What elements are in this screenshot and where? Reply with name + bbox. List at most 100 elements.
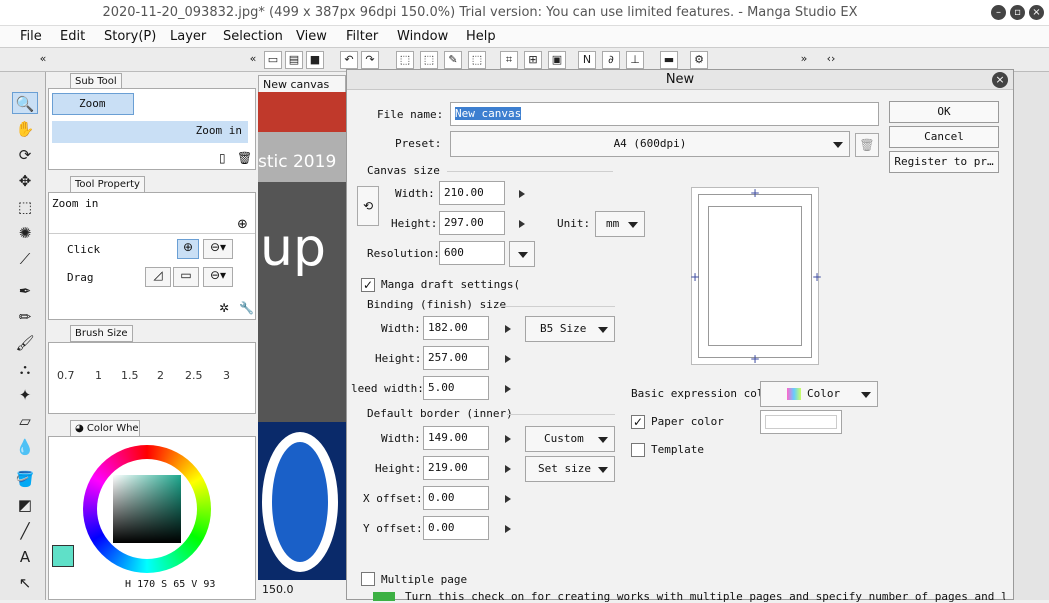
brush-size-tab[interactable]: Brush Size xyxy=(70,325,133,342)
ruler-icon[interactable]: ⊥ xyxy=(626,51,644,69)
fill-tool-icon[interactable]: 🪣 xyxy=(12,468,38,490)
undo-icon[interactable]: ↶ xyxy=(340,51,358,69)
tool-property-tab[interactable]: Tool Property xyxy=(70,176,145,193)
redo-icon[interactable]: ↷ xyxy=(361,51,379,69)
magic-wand-icon[interactable]: ✺ xyxy=(12,222,38,244)
pen-icon[interactable]: ✎ xyxy=(444,51,462,69)
drag-rect-icon[interactable]: ▭ xyxy=(173,267,199,287)
brush-tool-icon[interactable]: 🖌 xyxy=(12,332,38,354)
brush-size-1[interactable]: 1 xyxy=(95,369,102,382)
grid-icon[interactable]: ⊞ xyxy=(524,51,542,69)
rotate-tool-icon[interactable]: ⟳ xyxy=(12,144,38,166)
display-icon[interactable]: ▬ xyxy=(660,51,678,69)
x-offset-increment-icon[interactable] xyxy=(505,495,511,503)
swap-orientation-icon[interactable]: ⟲ xyxy=(357,186,379,226)
sub-tool-zoom-in[interactable]: Zoom in xyxy=(52,121,248,143)
trash-icon[interactable]: 🗑 xyxy=(237,151,252,165)
expression-color-select[interactable]: Color xyxy=(760,381,878,407)
collapse-left-icon[interactable]: « xyxy=(34,51,52,69)
brush-size-5[interactable]: 3 xyxy=(223,369,230,382)
binding-size-select[interactable]: B5 Size xyxy=(525,316,615,342)
close-icon[interactable]: × xyxy=(1029,5,1044,20)
binding-width-increment-icon[interactable] xyxy=(505,325,511,333)
paper-color-swatch[interactable] xyxy=(760,410,842,434)
save-icon[interactable]: ■ xyxy=(306,51,324,69)
bleed-width-input[interactable]: 5.00 xyxy=(423,376,489,400)
menu-story[interactable]: Story(P) xyxy=(104,29,156,44)
file-name-input[interactable]: New canvas xyxy=(450,102,879,126)
resolution-dropdown[interactable] xyxy=(509,241,535,267)
menu-help[interactable]: Help xyxy=(466,29,496,44)
brush-size-0[interactable]: 0.7 xyxy=(57,369,75,382)
menu-selection[interactable]: Selection xyxy=(223,29,283,44)
reset-icon[interactable]: ✲ xyxy=(219,301,229,315)
hand-tool-icon[interactable]: ✋ xyxy=(12,118,38,140)
selection-icon[interactable]: ⬚ xyxy=(468,51,486,69)
settings-icon[interactable]: ⚙ xyxy=(690,51,708,69)
binding-height-input[interactable]: 257.00 xyxy=(423,346,489,370)
template-checkbox[interactable] xyxy=(631,443,645,457)
eyedropper-icon[interactable]: ⟋ xyxy=(12,248,38,270)
border-width-increment-icon[interactable] xyxy=(505,435,511,443)
pen-tool-icon[interactable]: ✒ xyxy=(12,280,38,302)
manga-draft-checkbox[interactable]: ✓ xyxy=(361,278,375,292)
menu-file[interactable]: File xyxy=(20,29,42,44)
register-preset-button[interactable]: Register to pr… xyxy=(889,151,999,173)
hue-ring[interactable] xyxy=(83,445,211,573)
ruler-n-icon[interactable]: N xyxy=(578,51,596,69)
preset-select[interactable]: A4 (600dpi) xyxy=(450,131,850,157)
multiple-pages-checkbox[interactable] xyxy=(361,572,375,586)
new-page-icon[interactable]: ▯ xyxy=(219,151,226,165)
line-tool-icon[interactable]: ╱ xyxy=(12,520,38,542)
expand-icon[interactable]: » xyxy=(795,51,813,69)
sub-tool-zoom[interactable]: Zoom xyxy=(52,93,134,115)
binding-height-increment-icon[interactable] xyxy=(505,355,511,363)
balloon-tool-icon[interactable]: ↖ xyxy=(12,572,38,594)
zoom-tool-icon[interactable]: 🔍 xyxy=(12,92,38,114)
wrench-icon[interactable]: 🔧 xyxy=(239,301,254,315)
set-size-select[interactable]: Set size xyxy=(525,456,615,482)
decoration-tool-icon[interactable]: ✦ xyxy=(12,384,38,406)
menu-layer[interactable]: Layer xyxy=(170,29,206,44)
drag-slide-icon[interactable]: ◿ xyxy=(145,267,171,287)
open-folder-icon[interactable]: ▤ xyxy=(285,51,303,69)
y-offset-increment-icon[interactable] xyxy=(505,525,511,533)
y-offset-input[interactable]: 0.00 xyxy=(423,516,489,540)
pencil-tool-icon[interactable]: ✏ xyxy=(12,306,38,328)
ok-button[interactable]: OK xyxy=(889,101,999,123)
curve-icon[interactable]: ∂ xyxy=(602,51,620,69)
new-file-icon[interactable]: ▭ xyxy=(264,51,282,69)
paper-color-checkbox[interactable]: ✓ xyxy=(631,415,645,429)
gradient-tool-icon[interactable]: ◩ xyxy=(12,494,38,516)
select-tool-icon[interactable]: ⬚ xyxy=(396,51,414,69)
blend-tool-icon[interactable]: 💧 xyxy=(12,436,38,458)
resolution-input[interactable]: 600 xyxy=(439,241,505,265)
move-tool-icon[interactable]: ✥ xyxy=(12,170,38,192)
sv-square[interactable] xyxy=(113,475,181,543)
brush-size-4[interactable]: 2.5 xyxy=(185,369,203,382)
drag-option-icon[interactable]: ⊖▾ xyxy=(203,267,233,287)
frame-icon[interactable]: ▣ xyxy=(548,51,566,69)
brush-size-2[interactable]: 1.5 xyxy=(121,369,139,382)
menu-window[interactable]: Window xyxy=(397,29,448,44)
x-offset-input[interactable]: 0.00 xyxy=(423,486,489,510)
crop-icon[interactable]: ⌗ xyxy=(500,51,518,69)
marquee-tool-icon[interactable]: ⬚ xyxy=(12,196,38,218)
width-input[interactable]: 210.00 xyxy=(439,181,505,205)
magnify-icon[interactable]: ⊕ xyxy=(237,217,248,232)
transform-icon[interactable]: ⬚ xyxy=(420,51,438,69)
zoom-in-option-icon[interactable]: ⊕ xyxy=(177,239,199,259)
delete-preset-icon[interactable]: 🗑 xyxy=(855,133,879,157)
height-input[interactable]: 297.00 xyxy=(439,211,505,235)
border-custom-select[interactable]: Custom xyxy=(525,426,615,452)
width-increment-icon[interactable] xyxy=(519,190,525,198)
border-width-input[interactable]: 149.00 xyxy=(423,426,489,450)
height-increment-icon[interactable] xyxy=(519,220,525,228)
minimize-icon[interactable]: – xyxy=(991,5,1006,20)
dialog-close-icon[interactable]: × xyxy=(992,72,1008,88)
border-height-input[interactable]: 219.00 xyxy=(423,456,489,480)
brush-size-3[interactable]: 2 xyxy=(157,369,164,382)
nav-icon[interactable]: ‹› xyxy=(822,51,840,69)
main-color-swatch[interactable] xyxy=(52,545,74,567)
color-wheel-tab[interactable]: ◕ Color Whe xyxy=(70,420,140,437)
